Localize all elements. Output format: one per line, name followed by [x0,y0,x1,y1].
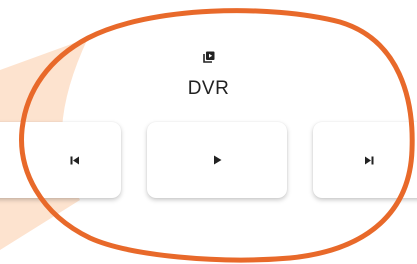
play-icon [213,155,221,165]
skip-previous-icon [70,156,79,164]
skip-next-icon [365,156,374,164]
section-title: DVR [187,78,230,99]
next-button[interactable] [313,122,417,198]
play-button[interactable] [147,122,287,198]
dvr-control-panel: DVR [0,0,417,264]
dvr-header [0,48,417,67]
previous-button[interactable] [0,122,121,198]
dvr-playlist-icon [202,51,214,63]
